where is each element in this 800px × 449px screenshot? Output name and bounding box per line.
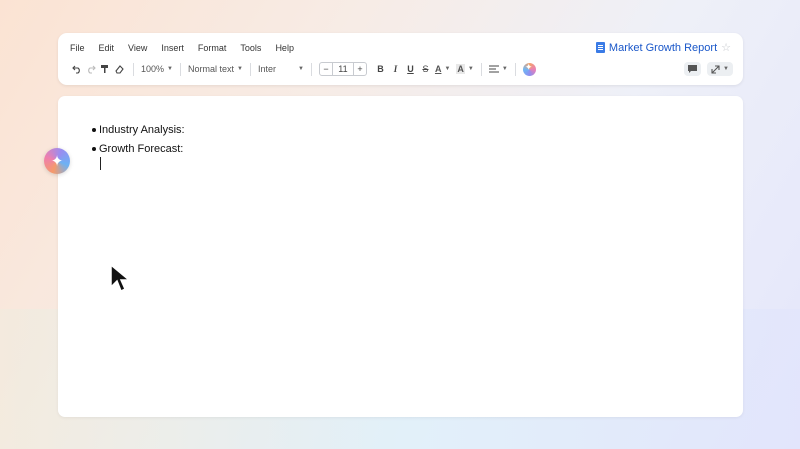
expand-icon	[711, 64, 720, 74]
align-select[interactable]: ▼	[488, 61, 508, 77]
bullet-point	[92, 127, 96, 132]
paragraph-style-value: Normal text	[187, 64, 234, 74]
chevron-down-icon: ▼	[237, 66, 243, 72]
bullet-point	[92, 146, 96, 151]
sparkle-icon: ✦	[50, 152, 64, 170]
zoom-value: 100%	[141, 64, 165, 74]
text-color-icon: A	[434, 64, 442, 74]
font-size-decrease-button[interactable]: −	[320, 64, 332, 74]
expand-button[interactable]: ▼	[707, 62, 733, 76]
document-title[interactable]: Market Growth Report	[609, 42, 717, 54]
text-cursor	[100, 157, 101, 170]
list-item[interactable]: Industry Analysis:	[92, 120, 185, 139]
editor-toolbar: File Edit View Insert Format Tools Help …	[58, 33, 743, 85]
toolbar-divider	[249, 62, 251, 76]
menu-file[interactable]: File	[70, 43, 85, 53]
chevron-down-icon: ▼	[723, 66, 729, 72]
toolbar-divider	[514, 62, 516, 76]
highlight-icon: A	[456, 64, 465, 74]
menu-help[interactable]: Help	[275, 43, 294, 53]
comment-button[interactable]	[684, 62, 702, 76]
italic-button[interactable]: I	[388, 61, 403, 77]
menu-view[interactable]: View	[128, 43, 147, 53]
gemini-assist-button[interactable]: ✦	[44, 148, 70, 174]
comment-icon	[688, 65, 698, 73]
font-size-increase-button[interactable]: +	[354, 64, 366, 74]
menu-edit[interactable]: Edit	[99, 43, 115, 53]
star-icon[interactable]: ☆	[721, 41, 731, 54]
zoom-select[interactable]: 100% ▼	[141, 61, 173, 77]
toolbar-divider	[179, 62, 181, 76]
toolbar-right-group: ▼	[684, 62, 733, 76]
chevron-down-icon: ▼	[167, 66, 173, 72]
font-select[interactable]: Inter ▼	[258, 61, 304, 77]
paint-format-icon[interactable]	[98, 61, 112, 77]
list-item[interactable]: Growth Forecast:	[92, 139, 185, 158]
bullet-list: Industry Analysis: Growth Forecast:	[92, 120, 185, 158]
font-value: Inter	[257, 64, 276, 74]
font-size-stepper: − 11 +	[318, 62, 367, 76]
align-icon	[488, 64, 499, 73]
toolbar-divider	[310, 62, 312, 76]
toolbar-divider	[133, 62, 134, 76]
list-item-text: Growth Forecast:	[99, 142, 184, 155]
menu-bar: File Edit View Insert Format Tools Help	[70, 43, 308, 53]
chevron-down-icon: ▼	[444, 66, 451, 72]
menu-format[interactable]: Format	[198, 43, 227, 53]
chevron-down-icon: ▼	[298, 66, 304, 72]
formatting-toolbar: 100% ▼ Normal text ▼ Inter ▼ − 11 + B I …	[70, 61, 733, 77]
menu-insert[interactable]: Insert	[161, 43, 184, 53]
list-item-text: Industry Analysis:	[99, 123, 185, 136]
toolbar-divider	[480, 62, 482, 76]
mouse-pointer-icon	[110, 263, 131, 293]
doc-icon	[595, 42, 605, 53]
bold-button[interactable]: B	[373, 61, 388, 77]
underline-button[interactable]: U	[403, 61, 418, 77]
gemini-icon[interactable]	[522, 62, 536, 76]
paragraph-style-select[interactable]: Normal text ▼	[188, 61, 243, 77]
text-color-button[interactable]: A ▼	[435, 61, 450, 77]
document-page[interactable]: Industry Analysis: Growth Forecast:	[58, 96, 743, 417]
undo-icon[interactable]	[70, 61, 84, 77]
clear-format-icon[interactable]	[112, 61, 126, 77]
chevron-down-icon: ▼	[501, 66, 508, 72]
redo-icon[interactable]	[84, 61, 98, 77]
font-size-input[interactable]: 11	[331, 63, 354, 75]
chevron-down-icon: ▼	[467, 66, 474, 72]
highlight-color-button[interactable]: A ▼	[456, 61, 474, 77]
menu-tools[interactable]: Tools	[240, 43, 261, 53]
document-title-area: Market Growth Report ☆	[595, 41, 731, 54]
strikethrough-button[interactable]: S	[418, 61, 433, 77]
